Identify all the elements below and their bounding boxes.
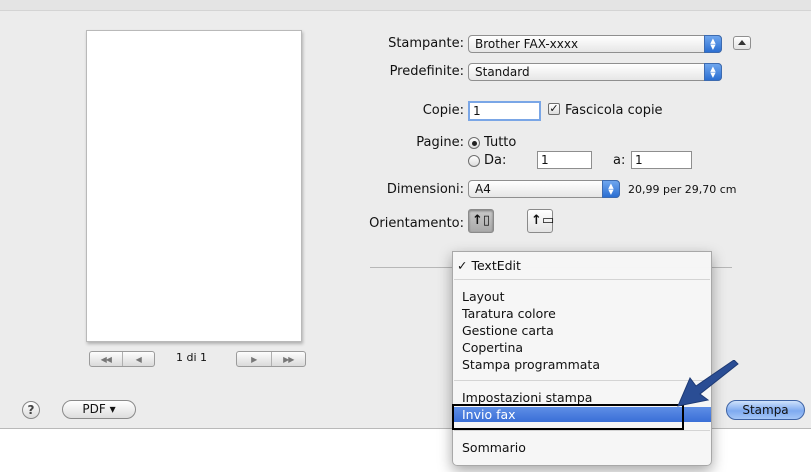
annotation-highlight-box	[452, 404, 684, 430]
pages-from-field[interactable]: 1	[537, 151, 592, 169]
menu-item-summary[interactable]: Sommario	[453, 440, 711, 455]
menu-separator	[454, 430, 710, 431]
collate-label: Fascicola copie	[565, 103, 663, 118]
pages-to-label: a:	[613, 153, 626, 168]
copies-label: Copie:	[422, 103, 464, 118]
copies-field[interactable]: 1	[468, 101, 541, 121]
paper-size-label: Dimensioni:	[386, 182, 464, 197]
landscape-icon: ↑▭	[531, 213, 555, 228]
previous-page-button[interactable]: ◀	[121, 352, 155, 366]
menu-item-textedit[interactable]: ✓ TextEdit	[453, 258, 711, 273]
presets-value: Standard	[475, 65, 530, 79]
orientation-label: Orientamento:	[369, 216, 464, 231]
paper-size-select[interactable]: A4 ▲ ▼	[468, 180, 620, 198]
pages-all-radio[interactable]	[468, 137, 480, 149]
updown-arrows-icon: ▲ ▼	[704, 35, 722, 53]
menu-item-paper-handling[interactable]: Gestione carta	[453, 323, 711, 338]
dialog-top-edge	[0, 0, 811, 11]
updown-arrows-icon: ▲ ▼	[602, 180, 620, 198]
help-button[interactable]: ?	[22, 401, 40, 419]
next-page-button[interactable]: ▶	[237, 352, 271, 366]
paper-dimensions: 20,99 per 29,70 cm	[628, 183, 737, 196]
page-preview	[86, 30, 302, 342]
orientation-landscape-button[interactable]: ↑▭	[527, 209, 555, 233]
pages-to-field[interactable]: 1	[631, 151, 692, 169]
page-indicator: 1 di 1	[176, 351, 208, 364]
collapse-details-button[interactable]	[733, 36, 751, 50]
last-page-button[interactable]: ▶▶	[270, 352, 306, 366]
first-page-button[interactable]: ◀◀	[90, 352, 122, 366]
pages-range-radio[interactable]	[468, 155, 480, 167]
pages-label: Pagine:	[416, 135, 464, 150]
menu-item-color-matching[interactable]: Taratura colore	[453, 306, 711, 321]
collate-checkbox[interactable]: ✓	[548, 103, 560, 115]
portrait-icon: ↑▯	[472, 213, 491, 228]
pane-popup-menu: ✓ TextEdit Layout Taratura colore Gestio…	[452, 251, 712, 466]
updown-arrows-icon: ▲ ▼	[704, 63, 722, 81]
menu-separator	[454, 279, 710, 280]
printer-label: Stampante:	[388, 36, 464, 51]
paper-size-value: A4	[475, 182, 491, 196]
arrow-icon	[677, 360, 739, 407]
pages-all-label: Tutto	[484, 135, 517, 150]
presets-label: Predefinite:	[389, 64, 464, 79]
preview-nav-back: ◀◀ ◀	[89, 351, 155, 367]
pdf-menu-button[interactable]: PDF ▾	[62, 400, 136, 419]
orientation-portrait-button[interactable]: ↑▯	[468, 209, 494, 233]
menu-item-cover-page[interactable]: Copertina	[453, 340, 711, 355]
printer-value: Brother FAX-xxxx	[475, 37, 579, 51]
menu-item-layout[interactable]: Layout	[453, 289, 711, 304]
pages-from-label: Da:	[484, 153, 507, 168]
printer-select[interactable]: Brother FAX-xxxx ▲ ▼	[468, 35, 722, 53]
preview-nav-forward: ▶ ▶▶	[236, 351, 306, 367]
presets-select[interactable]: Standard ▲ ▼	[468, 63, 722, 81]
